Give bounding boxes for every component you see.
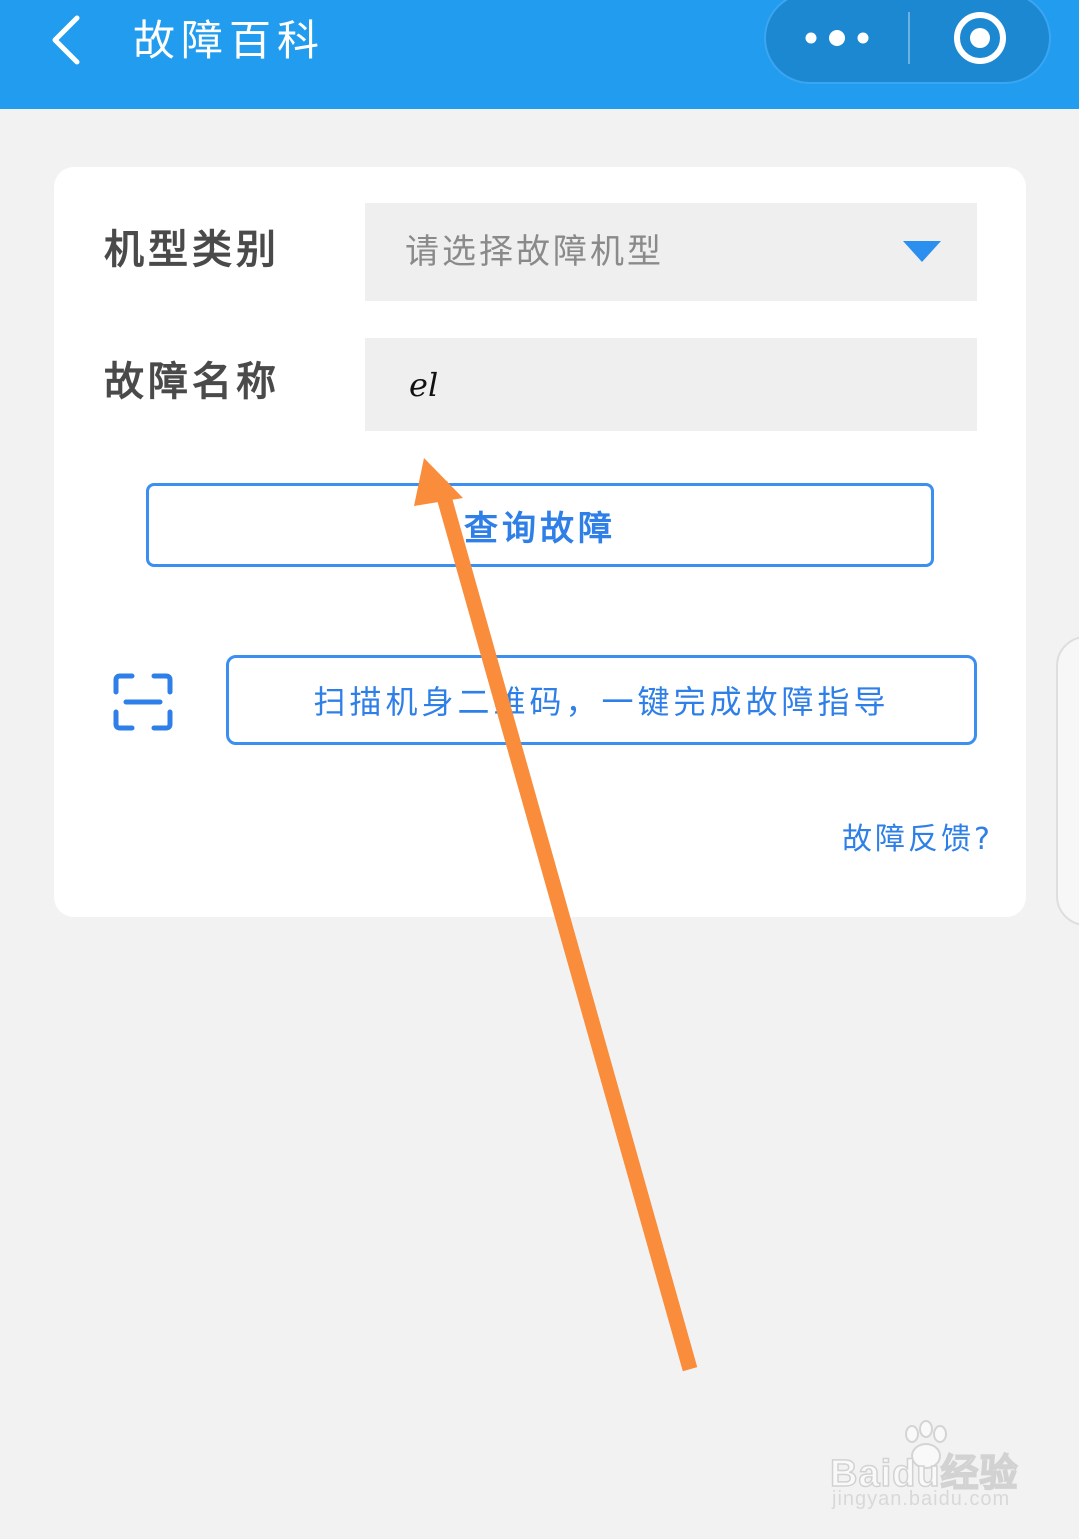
close-mini-program-button[interactable] [910, 0, 1049, 82]
baidu-watermark: Baidu经验 jingyan.baidu.com [826, 1420, 1026, 1520]
caret-down-icon [903, 241, 941, 262]
model-type-label: 机型类别 [104, 227, 280, 273]
top-navigation-bar: 故障百科 [0, 0, 1079, 109]
scan-icon[interactable] [112, 672, 174, 732]
back-button[interactable] [30, 8, 100, 72]
fault-feedback-link[interactable]: 故障反馈? [842, 818, 993, 862]
fault-name-input[interactable] [365, 338, 977, 431]
target-close-icon [953, 12, 1006, 64]
side-floating-handle[interactable] [1056, 636, 1079, 926]
model-type-select[interactable]: 请选择故障机型 [365, 203, 977, 301]
query-fault-button[interactable]: 查询故障 [146, 483, 934, 567]
model-type-placeholder: 请选择故障机型 [405, 232, 664, 272]
fault-name-label: 故障名称 [104, 359, 280, 405]
more-dots-icon [805, 30, 869, 46]
mini-program-capsule [764, 0, 1051, 84]
chevron-left-icon [52, 15, 80, 65]
more-button[interactable] [766, 0, 908, 82]
watermark-url: jingyan.baidu.com [832, 1488, 1011, 1510]
scan-qr-button[interactable]: 扫描机身二维码，一键完成故障指导 [226, 655, 977, 745]
page-title: 故障百科 [133, 16, 326, 65]
